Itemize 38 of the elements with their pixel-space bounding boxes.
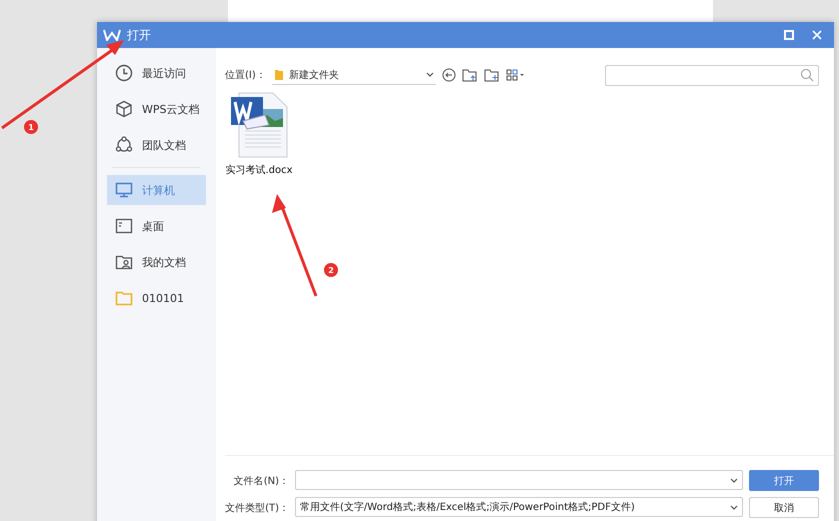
search-icon bbox=[800, 68, 814, 82]
sidebar-item[interactable]: 最近访问 bbox=[107, 58, 206, 88]
user-folder-icon bbox=[115, 253, 133, 271]
open-button[interactable]: 打开 bbox=[749, 470, 819, 491]
sidebar-item[interactable]: 团队文档 bbox=[107, 130, 206, 160]
folder-icon bbox=[274, 68, 284, 81]
window-title: 打开 bbox=[127, 26, 151, 44]
word-document-icon bbox=[229, 91, 289, 159]
sidebar-item[interactable]: 010101 bbox=[107, 283, 206, 313]
clock-icon bbox=[115, 64, 133, 82]
monitor-icon bbox=[115, 181, 133, 199]
filetype-dropdown[interactable]: 常用文件(文字/Word格式;表格/Excel格式;演示/PowerPoint格式;PDF文件) bbox=[295, 497, 743, 517]
step-badge: 1 bbox=[24, 120, 38, 134]
new-folder-button[interactable] bbox=[484, 68, 500, 82]
filename-field[interactable] bbox=[295, 470, 743, 490]
location-dropdown[interactable]: 新建文件夹 bbox=[272, 65, 436, 85]
filetype-label: 文件类型(T)： bbox=[225, 502, 289, 514]
wps-logo-icon bbox=[103, 29, 121, 41]
back-button[interactable] bbox=[442, 68, 456, 82]
folder-icon bbox=[115, 289, 133, 307]
file-item[interactable]: 实习考试.docx bbox=[225, 91, 293, 177]
filename-label: 文件名(N)： bbox=[232, 474, 289, 488]
view-mode-button[interactable] bbox=[506, 69, 526, 81]
desktop-icon bbox=[115, 217, 133, 235]
up-folder-button[interactable] bbox=[462, 68, 478, 82]
sidebar-item[interactable]: 桌面 bbox=[107, 211, 206, 241]
search-field[interactable] bbox=[605, 64, 819, 86]
location-label: 位置(I)： bbox=[225, 68, 266, 82]
close-icon bbox=[812, 30, 822, 40]
chevron-down-icon bbox=[730, 478, 738, 482]
cancel-button[interactable]: 取消 bbox=[749, 497, 819, 518]
sidebar-item[interactable]: 我的文档 bbox=[107, 247, 206, 277]
team-icon bbox=[115, 136, 133, 154]
chevron-down-icon bbox=[426, 72, 434, 77]
chevron-down-icon bbox=[730, 504, 738, 510]
cube-icon bbox=[115, 100, 133, 118]
maximize-icon bbox=[784, 30, 794, 40]
sidebar-item[interactable]: WPS云文档 bbox=[107, 94, 206, 124]
